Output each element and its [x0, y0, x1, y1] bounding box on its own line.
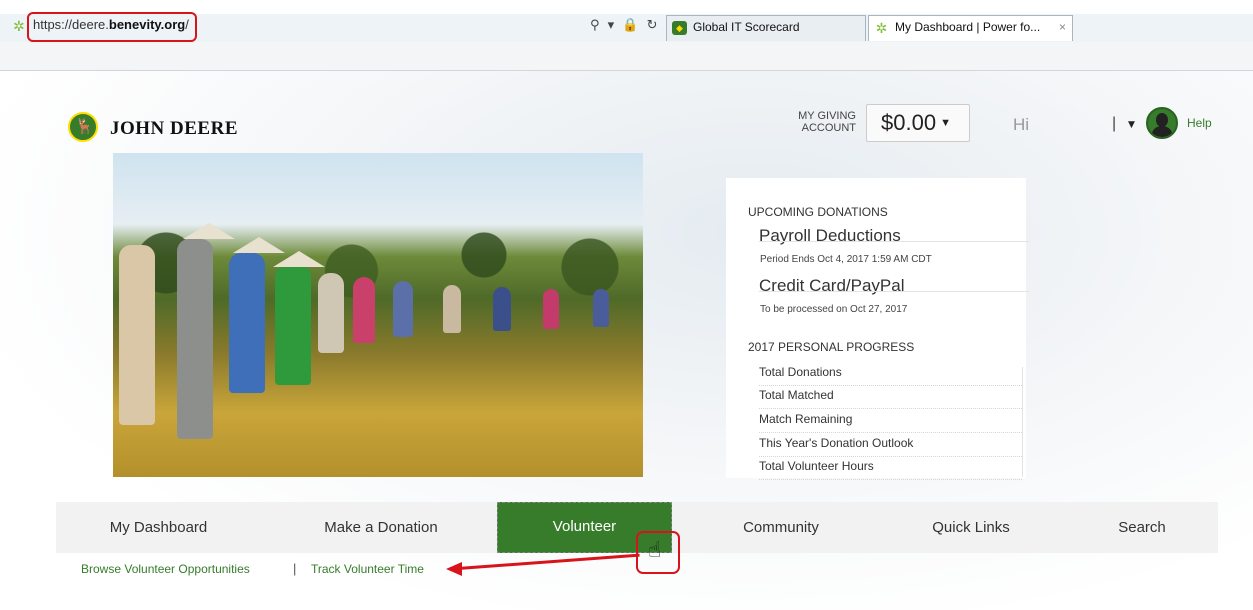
- tab-label: Global IT Scorecard: [693, 20, 800, 34]
- giving-amount: $0.00: [881, 110, 937, 135]
- progress-row: Total Matched: [759, 388, 1022, 409]
- payroll-deductions-title: Payroll Deductions: [759, 226, 901, 245]
- farmer-figure: [275, 265, 311, 385]
- farmer-figure: [318, 273, 344, 353]
- tab-global-it-scorecard[interactable]: ◆ Global IT Scorecard: [666, 15, 866, 41]
- farmer-figure: [353, 277, 375, 343]
- divider: [759, 291, 1029, 292]
- farmer-figure: [177, 239, 213, 439]
- upcoming-donations-heading: UPCOMING DONATIONS: [748, 205, 888, 219]
- brand-name: JOHN DEERE: [110, 118, 238, 139]
- nav-community[interactable]: Community: [686, 502, 876, 553]
- track-volunteer-time-link[interactable]: Track Volunteer Time: [311, 562, 424, 576]
- nav-my-dashboard[interactable]: My Dashboard: [56, 502, 261, 553]
- tab-my-dashboard[interactable]: ✲ My Dashboard | Power fo... ×: [868, 15, 1073, 41]
- benevity-favicon-icon: ✲: [875, 20, 888, 36]
- donation-summary-panel: UPCOMING DONATIONS Payroll Deductions Pe…: [726, 178, 1029, 480]
- farmer-figure: [119, 245, 155, 425]
- conical-hat: [183, 223, 235, 239]
- farmer-figure: [493, 287, 511, 331]
- payroll-period-note: Period Ends Oct 4, 2017 1:59 AM CDT: [760, 254, 932, 265]
- conical-hat: [273, 251, 325, 267]
- user-separator: |: [1112, 115, 1117, 132]
- user-avatar-icon[interactable]: [1146, 107, 1178, 139]
- url-highlight-annotation: [27, 12, 197, 42]
- divider: [759, 241, 1029, 242]
- progress-divider: [1022, 367, 1023, 477]
- progress-row: This Year's Donation Outlook: [759, 436, 1022, 457]
- greeting: Hi: [1013, 115, 1030, 134]
- hero-image-rice-field: [113, 153, 643, 477]
- john-deere-favicon-icon: ◆: [672, 21, 687, 35]
- nav-quick-links[interactable]: Quick Links: [876, 502, 1066, 553]
- close-tab-icon[interactable]: ×: [1059, 20, 1066, 34]
- giving-account-dropdown[interactable]: $0.00 ▼: [866, 104, 970, 142]
- progress-row: Total Volunteer Hours: [759, 459, 1022, 480]
- tab-label: My Dashboard | Power fo...: [895, 20, 1041, 34]
- credit-card-paypal-title: Credit Card/PayPal: [759, 276, 905, 295]
- giving-account-label: MY GIVING ACCOUNT: [798, 110, 856, 134]
- browser-toolbar: [0, 42, 1253, 71]
- progress-row: Total Donations: [759, 365, 1022, 386]
- progress-row: Match Remaining: [759, 412, 1022, 433]
- nav-make-a-donation[interactable]: Make a Donation: [276, 502, 486, 553]
- nav-search[interactable]: Search: [1066, 502, 1218, 553]
- chevron-down-icon: ▼: [940, 117, 951, 129]
- site-favicon-icon: ✲: [13, 19, 25, 35]
- farmer-figure: [593, 289, 609, 327]
- subnav-separator: |: [293, 561, 297, 576]
- user-menu-chevron-icon[interactable]: ▼: [1128, 120, 1135, 130]
- personal-progress-heading: 2017 PERSONAL PROGRESS: [748, 340, 915, 354]
- farmer-figure: [443, 285, 461, 333]
- address-bar-icons[interactable]: ⚲ ▾ 🔒 ↻: [590, 18, 660, 33]
- hand-pointer-cursor-icon: ☝: [648, 538, 662, 563]
- farmer-figure: [393, 281, 413, 337]
- help-link[interactable]: Help: [1187, 116, 1212, 130]
- annotation-arrow-head-icon: [446, 562, 462, 576]
- deer-logo-icon: [68, 112, 98, 142]
- farmer-figure: [543, 289, 559, 329]
- farmer-figure: [229, 253, 265, 393]
- card-processing-note: To be processed on Oct 27, 2017: [760, 304, 908, 315]
- browse-volunteer-opportunities-link[interactable]: Browse Volunteer Opportunities: [81, 562, 250, 576]
